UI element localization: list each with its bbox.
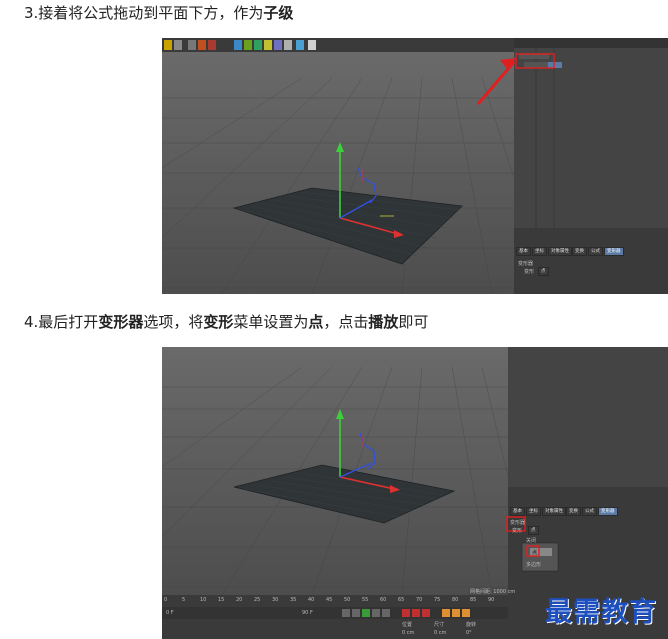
deformer-heading-2: 变形器 [510, 520, 526, 526]
coord-position-value[interactable]: 0 cm [402, 630, 414, 636]
mode-option-point[interactable]: 点 [532, 549, 537, 556]
step3-text: 3.接着将公式拖动到平面下方，作为 [24, 4, 264, 22]
deformer-heading-1: 变形器 [518, 261, 534, 267]
watermark-logo: 最需教育 [545, 597, 657, 628]
tick: 65 [398, 597, 405, 603]
attr-tab-transform-2[interactable]: 变换 [566, 507, 581, 516]
attr-tab-transform-1[interactable]: 变换 [572, 247, 587, 256]
step4-text-3: 菜单设置为 [233, 313, 309, 331]
tick: 70 [416, 597, 423, 603]
tick: 40 [308, 597, 315, 603]
mode-select-2[interactable]: 点 [528, 526, 539, 535]
viewport-info: 网格间距: 1000 cm [470, 589, 516, 595]
attr-tab-formula-1[interactable]: 公式 [588, 247, 603, 256]
tick: 90 [488, 597, 495, 603]
attr-tab-deformer-1[interactable]: 变形器 [604, 247, 624, 256]
step3-caption: 3.接着将公式拖动到平面下方，作为子级 [24, 4, 293, 22]
tick: 85 [470, 597, 477, 603]
attr-tab-deformer-2[interactable]: 变形器 [598, 507, 618, 516]
tick: 80 [452, 597, 459, 603]
coord-rotation-label: 旋转 [466, 622, 477, 628]
step4-bold-2: 变形 [203, 313, 234, 331]
mode-option-off[interactable]: 关闭 [526, 537, 536, 544]
cinema4d-screenshot-1: 基本 坐标 对象属性 变换 公式 变形器 变形器 变形 点 [162, 38, 668, 294]
timeline-ruler[interactable]: 0 5 10 15 20 25 30 35 40 45 50 55 60 65 … [162, 596, 508, 606]
coord-size-label: 尺寸 [434, 622, 445, 628]
mode-select-1[interactable]: 点 [538, 267, 549, 276]
step4-bold-1: 变形器 [98, 313, 144, 331]
step4-bold-3: 点 [308, 313, 324, 331]
step4-text-5: 即可 [398, 313, 429, 331]
step4-text-4: ，点击 [323, 313, 369, 331]
tick: 50 [344, 597, 351, 603]
attr-tab-basic-2[interactable]: 基本 [510, 507, 525, 516]
tick: 20 [236, 597, 243, 603]
tick: 75 [434, 597, 441, 603]
attr-tab-basic-1[interactable]: 基本 [516, 247, 531, 256]
attr-tab-object-2[interactable]: 对象属性 [542, 507, 566, 516]
mode-label-2: 变形 [512, 528, 523, 534]
step4-bold-4: 播放 [368, 313, 399, 331]
coord-rotation-value[interactable]: 0° [466, 630, 472, 636]
frame-start[interactable]: 0 F [166, 610, 174, 616]
step4-text-2: 选项，将 [143, 313, 204, 331]
mode-label-1: 变形 [524, 269, 535, 275]
attr-tab-coord-2[interactable]: 坐标 [526, 507, 541, 516]
tick: 30 [272, 597, 279, 603]
frame-end[interactable]: 90 F [302, 610, 313, 616]
attr-tab-object-1[interactable]: 对象属性 [548, 247, 572, 256]
tick: 15 [218, 597, 225, 603]
tick: 0 [164, 597, 168, 603]
step4-caption: 4.最后打开变形器选项，将变形菜单设置为点，点击播放即可 [24, 313, 428, 331]
tick: 10 [200, 597, 207, 603]
coord-size-value[interactable]: 0 cm [434, 630, 446, 636]
attr-tab-formula-2[interactable]: 公式 [582, 507, 597, 516]
step3-bold: 子级 [263, 4, 294, 22]
tick: 5 [182, 597, 186, 603]
mode-option-polygon[interactable]: 多边形 [526, 561, 541, 568]
tick: 35 [290, 597, 297, 603]
tick: 60 [380, 597, 387, 603]
step4-text-1: 4.最后打开 [24, 313, 99, 331]
attr-tab-coord-1[interactable]: 坐标 [532, 247, 547, 256]
tick: 55 [362, 597, 369, 603]
tick: 25 [254, 597, 261, 603]
coord-position-label: 位置 [402, 622, 413, 628]
tick: 45 [326, 597, 333, 603]
